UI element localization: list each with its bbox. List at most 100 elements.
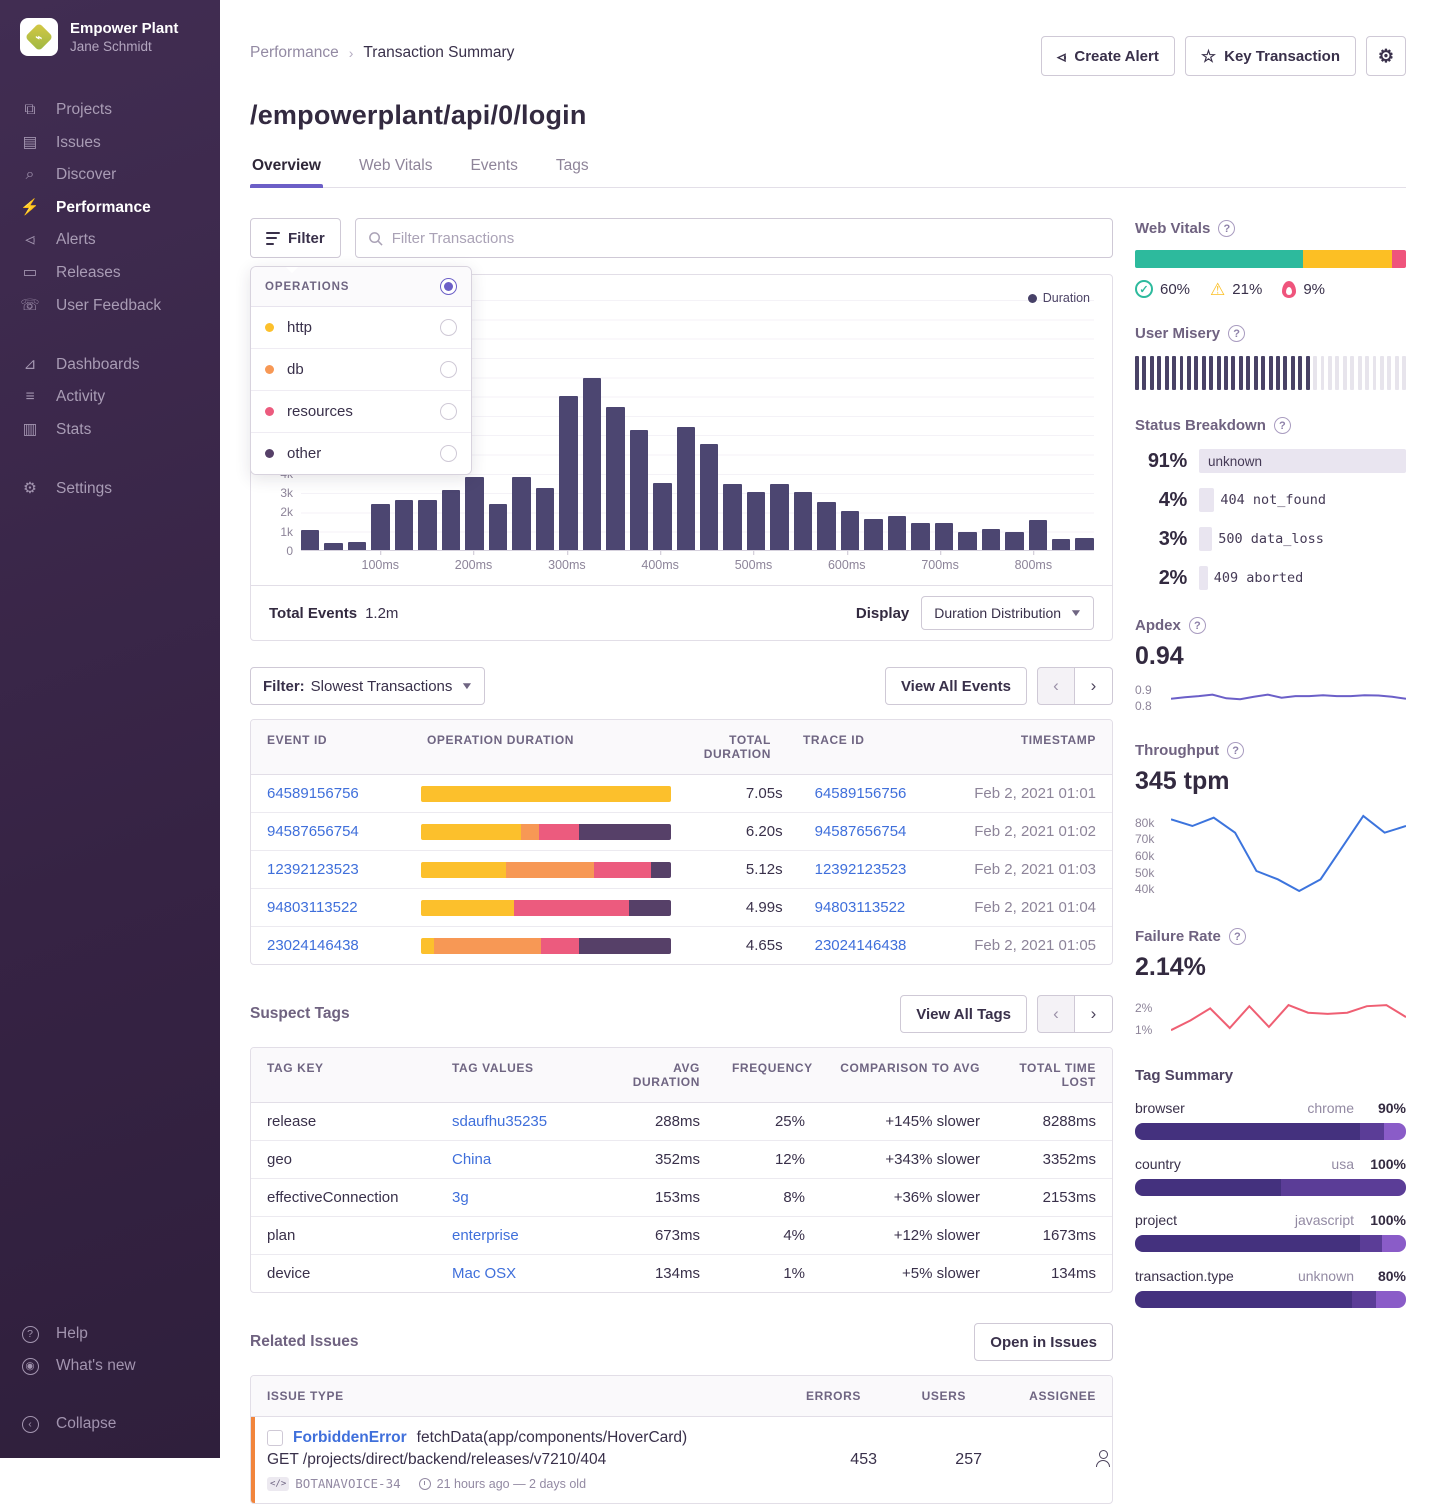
sidebar-item-discover[interactable]: ⌕Discover — [0, 159, 220, 191]
help-icon[interactable]: ? — [1189, 617, 1206, 634]
histogram-bar[interactable] — [465, 477, 483, 550]
tab-events[interactable]: Events — [468, 157, 519, 187]
pager-next-button[interactable]: › — [1075, 995, 1113, 1033]
histogram-bar[interactable] — [418, 500, 436, 550]
event-id-link[interactable]: 64589156756 — [267, 785, 359, 802]
histogram-bar[interactable] — [1075, 538, 1093, 551]
tag-value-link[interactable]: sdaufhu35235 — [452, 1113, 547, 1130]
histogram-bar[interactable] — [395, 500, 413, 550]
search-input[interactable] — [392, 230, 1100, 247]
histogram-bar[interactable] — [888, 516, 906, 550]
view-all-tags-button[interactable]: View All Tags — [900, 995, 1027, 1033]
sidebar-item-performance[interactable]: ⚡Performance — [0, 191, 220, 224]
histogram-bar[interactable] — [1005, 532, 1023, 550]
histogram-bar[interactable] — [653, 483, 671, 551]
trace-id-link[interactable]: 23024146438 — [815, 937, 907, 954]
issue-row[interactable]: ForbiddenError fetchData(app/components/… — [251, 1417, 1112, 1503]
operation-option-other[interactable]: other — [251, 433, 471, 474]
operation-radio[interactable] — [440, 361, 457, 378]
sidebar-item-alerts[interactable]: ⏿Alerts — [0, 224, 220, 256]
operations-radio-checked[interactable] — [440, 278, 457, 295]
operation-option-http[interactable]: http — [251, 307, 471, 349]
histogram-bar[interactable] — [677, 427, 695, 551]
histogram-bar[interactable] — [442, 490, 460, 550]
histogram-bar[interactable] — [371, 504, 389, 550]
operation-option-db[interactable]: db — [251, 349, 471, 391]
sidebar-item-dashboards[interactable]: ⊿Dashboards — [0, 348, 220, 381]
pager-next-button[interactable]: › — [1075, 667, 1113, 705]
histogram-bar[interactable] — [324, 543, 342, 550]
tab-tags[interactable]: Tags — [554, 157, 591, 187]
event-id-link[interactable]: 23024146438 — [267, 937, 359, 954]
sidebar-item-collapse[interactable]: ‹Collapse — [0, 1408, 220, 1440]
event-id-link[interactable]: 12392123523 — [267, 861, 359, 878]
histogram-bar[interactable] — [512, 477, 530, 550]
histogram-bar[interactable] — [700, 444, 718, 550]
display-select[interactable]: Duration Distribution ▼ — [921, 596, 1094, 630]
histogram-bar[interactable] — [841, 511, 859, 550]
histogram-bar[interactable] — [958, 532, 976, 550]
sidebar-item-help[interactable]: ?Help — [0, 1318, 220, 1350]
operation-radio[interactable] — [440, 403, 457, 420]
event-id-link[interactable]: 94587656754 — [267, 823, 359, 840]
operation-radio[interactable] — [440, 319, 457, 336]
operation-radio[interactable] — [440, 445, 457, 462]
sidebar-item-stats[interactable]: ▥Stats — [0, 413, 220, 446]
sidebar-item-activity[interactable]: ≡Activity — [0, 381, 220, 413]
histogram-bar[interactable] — [583, 378, 601, 550]
events-filter-select[interactable]: Filter: Slowest Transactions ▼ — [250, 667, 485, 705]
issue-checkbox[interactable] — [267, 1430, 283, 1446]
create-alert-button[interactable]: ⏿ Create Alert — [1041, 36, 1175, 76]
pager-prev-button[interactable]: ‹ — [1037, 667, 1075, 705]
breadcrumb-performance[interactable]: Performance — [250, 44, 339, 62]
histogram-bar[interactable] — [536, 488, 554, 550]
histogram-bar[interactable] — [817, 502, 835, 550]
histogram-bar[interactable] — [559, 396, 577, 550]
sidebar-item-what-s-new[interactable]: ◉What's new — [0, 1350, 220, 1382]
histogram-bar[interactable] — [864, 519, 882, 550]
histogram-bar[interactable] — [794, 492, 812, 550]
help-icon[interactable]: ? — [1218, 220, 1235, 237]
sidebar-item-projects[interactable]: ⧉Projects — [0, 94, 220, 126]
sidebar-item-issues[interactable]: ▤Issues — [0, 126, 220, 159]
settings-button[interactable]: ⚙ — [1366, 36, 1406, 76]
pager-prev-button[interactable]: ‹ — [1037, 995, 1075, 1033]
trace-id-link[interactable]: 64589156756 — [815, 785, 907, 802]
chart-legend[interactable]: Duration — [1028, 291, 1090, 305]
help-icon[interactable]: ? — [1228, 325, 1245, 342]
issue-type-link[interactable]: ForbiddenError — [293, 1429, 407, 1447]
view-all-events-button[interactable]: View All Events — [885, 667, 1027, 705]
histogram-bar[interactable] — [1052, 539, 1070, 550]
trace-id-link[interactable]: 94803113522 — [815, 899, 906, 916]
sidebar-item-user-feedback[interactable]: ☏User Feedback — [0, 289, 220, 322]
histogram-bar[interactable] — [770, 484, 788, 550]
tag-value-link[interactable]: enterprise — [452, 1227, 519, 1244]
operation-option-resources[interactable]: resources — [251, 391, 471, 433]
histogram-bar[interactable] — [935, 523, 953, 550]
histogram-bar[interactable] — [489, 504, 507, 550]
histogram-bar[interactable] — [301, 530, 319, 550]
histogram-bar[interactable] — [606, 407, 624, 550]
histogram-bar[interactable] — [1029, 520, 1047, 550]
histogram-bar[interactable] — [630, 430, 648, 550]
open-in-issues-button[interactable]: Open in Issues — [974, 1323, 1113, 1361]
help-icon[interactable]: ? — [1229, 928, 1246, 945]
org-switcher[interactable]: ⌁ Empower Plant Jane Schmidt — [0, 18, 220, 56]
tag-value-link[interactable]: Mac OSX — [452, 1265, 516, 1282]
tag-value-link[interactable]: China — [452, 1151, 491, 1168]
histogram-bar[interactable] — [911, 523, 929, 550]
tab-overview[interactable]: Overview — [250, 157, 323, 187]
help-icon[interactable]: ? — [1227, 742, 1244, 759]
event-id-link[interactable]: 94803113522 — [267, 899, 358, 916]
histogram-bar[interactable] — [982, 529, 1000, 550]
key-transaction-button[interactable]: ☆ Key Transaction — [1185, 36, 1356, 76]
operations-dropdown-header[interactable]: OPERATIONS — [251, 267, 471, 307]
sidebar-item-settings[interactable]: ⚙Settings — [0, 472, 220, 505]
trace-id-link[interactable]: 94587656754 — [815, 823, 907, 840]
histogram-bar[interactable] — [348, 542, 366, 550]
histogram-bar[interactable] — [723, 484, 741, 550]
filter-button[interactable]: Filter — [250, 218, 341, 258]
tab-web-vitals[interactable]: Web Vitals — [357, 157, 435, 187]
help-icon[interactable]: ? — [1274, 417, 1291, 434]
trace-id-link[interactable]: 12392123523 — [815, 861, 907, 878]
